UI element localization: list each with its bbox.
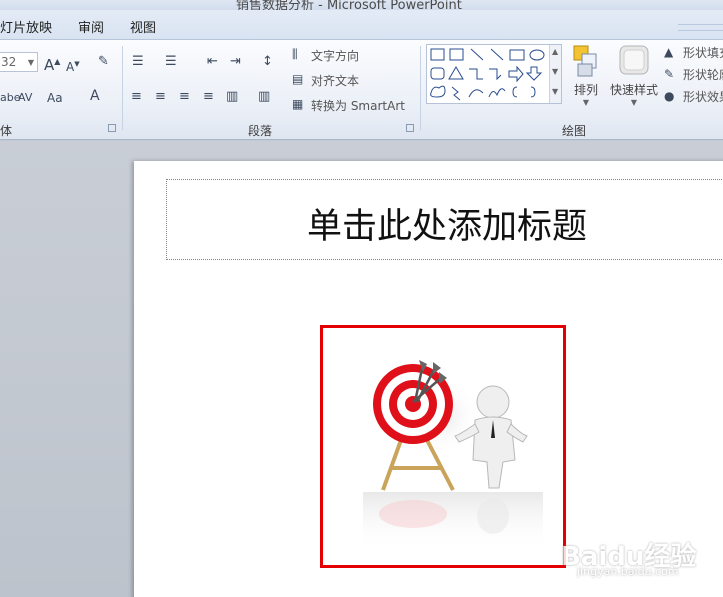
window-title-bar: 销售数据分析 - Microsoft PowerPoint — [0, 0, 723, 10]
paragraph-group-label: 段落 — [248, 124, 273, 138]
increase-indent-icon[interactable]: ⇥ — [230, 54, 241, 70]
shapes-gallery-scrollbar[interactable]: ▲ ▼ ▼ — [549, 45, 561, 103]
paragraph-dialog-launcher-icon[interactable] — [406, 124, 414, 132]
paint-bucket-icon: ▲ — [664, 45, 674, 59]
grow-font-icon[interactable]: A▲ — [44, 54, 60, 73]
align-center-icon[interactable]: ≡ — [155, 89, 166, 105]
align-left-icon[interactable]: ≡ — [131, 89, 142, 105]
smartart-icon: ▦ — [292, 97, 304, 111]
chevron-down-icon: ▼ — [582, 98, 590, 107]
drawing-group-label: 绘图 — [562, 124, 587, 138]
line-spacing-icon[interactable]: ↕ — [262, 54, 273, 70]
group-separator — [122, 46, 123, 130]
quick-styles-button[interactable]: 快速样式 ▼ — [606, 44, 662, 116]
shapes-gallery-icons — [430, 48, 545, 101]
scroll-down-icon[interactable]: ▼ — [552, 67, 558, 76]
align-text-icon: ▤ — [292, 72, 304, 86]
scroll-up-icon[interactable]: ▲ — [552, 47, 558, 56]
justify-icon[interactable]: ≡ — [203, 89, 214, 105]
watermark-url: jingyan.baidu.com — [577, 565, 679, 578]
font-dialog-launcher-icon[interactable] — [108, 124, 116, 132]
tab-review[interactable]: 审阅 — [78, 17, 104, 36]
arrange-icon — [573, 45, 597, 77]
tab-slideshow[interactable]: 灯片放映 — [0, 17, 52, 36]
numbering-icon[interactable]: ☰ — [165, 54, 177, 70]
text-direction-icon: ⫼ — [292, 47, 298, 61]
tab-bar-decoration — [678, 24, 723, 31]
title-placeholder-text: 单击此处添加标题 — [306, 207, 587, 247]
shape-effects-button[interactable]: 形状效果 — [683, 88, 723, 105]
character-spacing-icon[interactable]: AV — [18, 90, 32, 106]
quick-styles-label: 快速样式 — [609, 83, 658, 97]
tab-view[interactable]: 视图 — [130, 17, 156, 36]
columns-icon[interactable]: ▥ — [258, 89, 270, 105]
shape-fill-button[interactable]: 形状填充 — [683, 44, 723, 61]
quick-styles-icon — [619, 45, 649, 75]
more-shapes-icon[interactable]: ▼ — [552, 87, 558, 96]
target-clipart-image[interactable] — [323, 328, 563, 565]
window-title: 销售数据分析 - Microsoft PowerPoint — [236, 0, 462, 10]
group-separator — [420, 46, 421, 130]
slide-editing-area: 单击此处添加标题 — [0, 141, 723, 597]
bullets-icon[interactable]: ☰ — [132, 54, 144, 70]
font-group-label: 体 — [0, 124, 13, 138]
decrease-indent-icon[interactable]: ⇤ — [207, 54, 218, 70]
shape-outline-button[interactable]: 形状轮廓 — [683, 66, 723, 83]
ribbon: 32 ▼ A▲ A▼ ✎ abe AV Aa A 体 ☰ ☰ ⇤ ⇥ ↕ ⫼ 文… — [0, 40, 723, 140]
arrange-label: 排列 — [573, 83, 598, 97]
font-size-value: 32 — [1, 55, 17, 69]
baidu-watermark: Baidu经验 jingyan.baidu.com — [555, 532, 723, 597]
shrink-font-icon[interactable]: A▼ — [66, 56, 80, 75]
pencil-icon: ✎ — [664, 67, 675, 81]
arrange-button[interactable]: 排列 ▼ — [568, 44, 604, 116]
text-direction-button[interactable]: 文字方向 — [311, 47, 359, 64]
selected-picture-frame[interactable] — [320, 325, 566, 568]
clear-formatting-icon[interactable]: ✎ — [98, 54, 109, 70]
chevron-down-icon: ▼ — [27, 58, 34, 67]
align-text-button[interactable]: 对齐文本 — [311, 72, 359, 89]
shape-effects-icon: ● — [664, 89, 675, 103]
font-color-icon[interactable]: A — [90, 88, 100, 104]
distributed-icon[interactable]: ▥ — [226, 89, 238, 105]
align-right-icon[interactable]: ≡ — [179, 89, 190, 105]
change-case-icon[interactable]: Aa — [47, 90, 63, 106]
chevron-down-icon: ▼ — [630, 98, 638, 107]
convert-smartart-button[interactable]: 转换为 SmartArt — [311, 97, 405, 114]
shapes-gallery[interactable]: ▲ ▼ ▼ — [426, 44, 562, 104]
font-size-select[interactable]: 32 ▼ — [0, 52, 38, 72]
ribbon-tab-bar: 灯片放映 审阅 视图 — [0, 10, 723, 40]
title-placeholder[interactable]: 单击此处添加标题 — [166, 179, 723, 260]
